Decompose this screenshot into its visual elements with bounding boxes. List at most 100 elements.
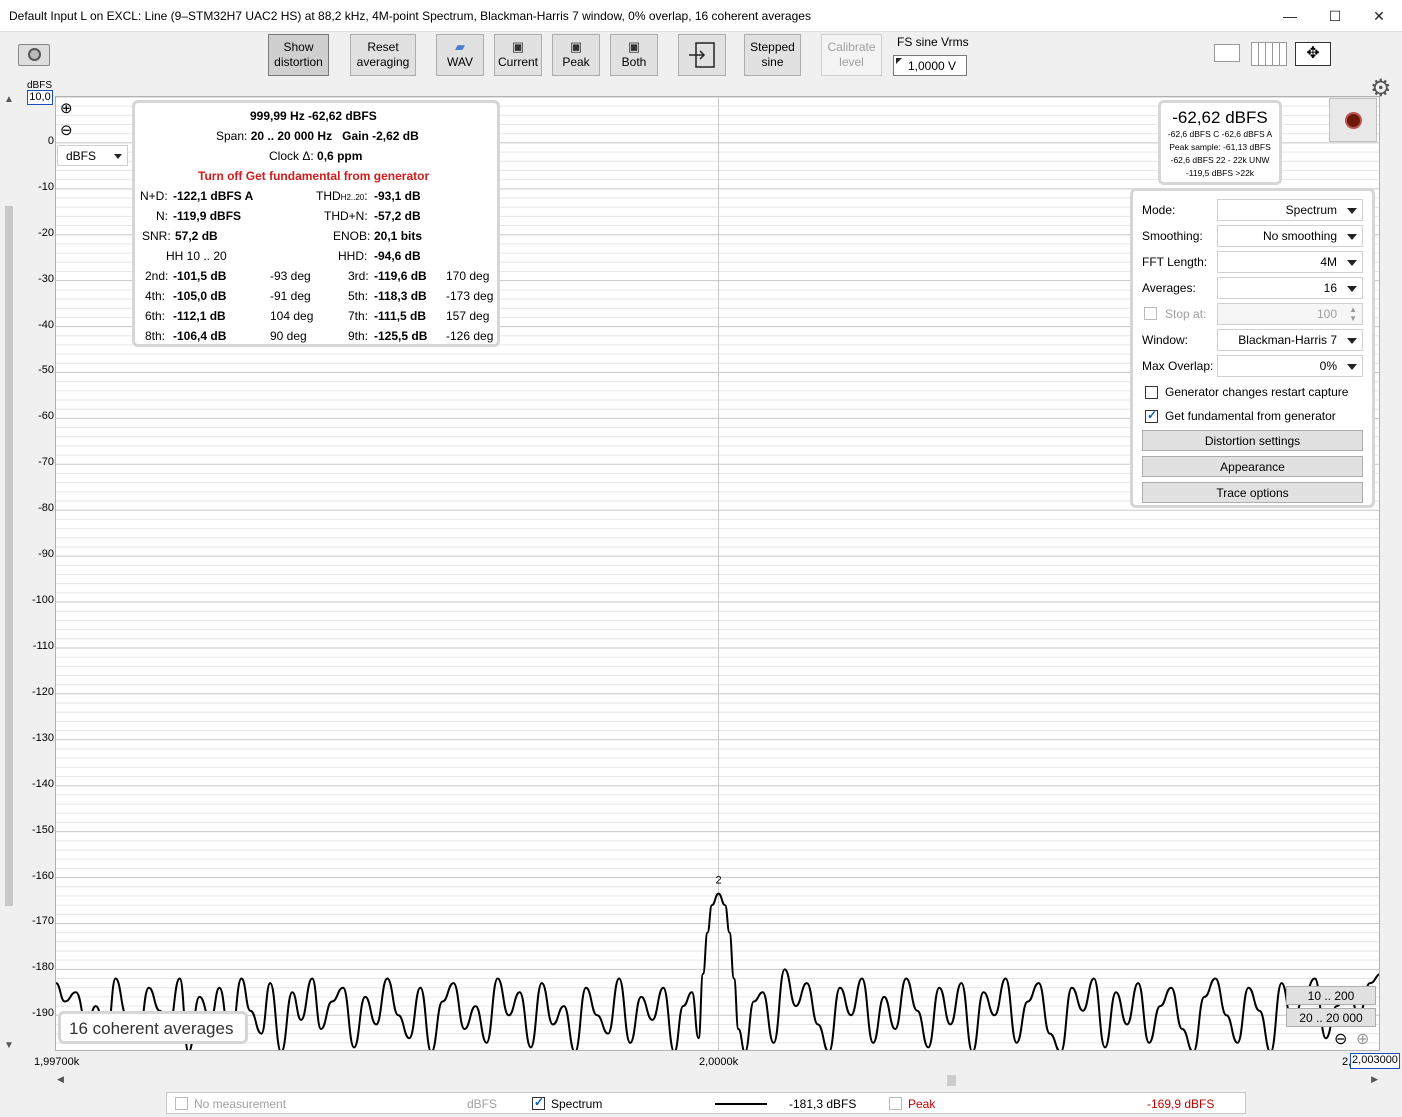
maximize-button[interactable]: ☐ (1312, 0, 1358, 32)
fundamental-readout: 999,99 Hz -62,62 dBFS (250, 109, 377, 123)
distortion-settings-button[interactable]: Distortion settings (1142, 430, 1363, 451)
fs-sine-input[interactable]: 1,0000 V (893, 55, 967, 76)
save-current-button[interactable]: ▣ Current (494, 34, 542, 76)
vertical-scrollbar[interactable] (3, 96, 14, 1051)
stop-at-value: 100 (1316, 307, 1337, 321)
gen-restart-label: Generator changes restart capture (1165, 385, 1349, 399)
fft-value: 4M (1320, 255, 1337, 269)
no-measurement-unit: dBFS (467, 1097, 498, 1111)
harmonic-label: 2nd: (145, 269, 169, 283)
averages-row: Averages: 16 (1142, 277, 1367, 299)
save-icon: ▣ (627, 39, 641, 54)
window-title: Default Input L on EXCL: Line (9–STM32H7… (9, 9, 811, 23)
show-distortion-label: Show distortion (274, 40, 323, 69)
get-fundamental-label: Get fundamental from generator (1165, 409, 1336, 423)
scroll-up-arrow-icon[interactable]: ▲ (4, 94, 14, 105)
x-max-input[interactable]: 2,003000 (1350, 1053, 1400, 1069)
scroll-thumb[interactable] (947, 1075, 956, 1086)
reset-averaging-button[interactable]: Reset averaging (350, 34, 416, 76)
record-button[interactable] (1329, 98, 1377, 142)
multi-layout-icon[interactable] (1251, 42, 1287, 66)
stepped-sine-label: Stepped sine (750, 40, 795, 69)
smoothing-value: No smoothing (1262, 229, 1337, 243)
minimize-button[interactable]: — (1267, 0, 1313, 32)
window-select[interactable]: Blackman-Harris 7 (1217, 329, 1363, 351)
n-value: -119,9 dBFS (173, 209, 242, 223)
calibrate-level-button[interactable]: Calibrate level (821, 34, 882, 76)
spectrum-legend-value: -181,3 dBFS (789, 1097, 857, 1111)
thd-value: -93,1 dB (374, 189, 421, 203)
stop-at-label: Stop at: (1165, 307, 1207, 321)
y-tick-label: -30 (38, 272, 54, 285)
save-peak-button[interactable]: ▣ Peak (552, 34, 600, 76)
smoothing-select[interactable]: No smoothing (1217, 225, 1363, 247)
scroll-down-arrow-icon[interactable]: ▼ (4, 1040, 14, 1051)
mode-select[interactable]: Spectrum (1217, 199, 1363, 221)
span-value: 20 .. 20 000 Hz (250, 129, 333, 143)
zoom-out-x-icon[interactable]: ⊖ (1334, 1029, 1347, 1049)
peak-marker-label: 2 (716, 875, 722, 887)
nd-label: N+D: (140, 189, 168, 203)
clock-value: 0,6 ppm (317, 149, 363, 163)
hhd-label: HHD: (338, 249, 368, 263)
get-fundamental-checkbox[interactable] (1145, 408, 1158, 423)
fft-select[interactable]: 4M (1217, 251, 1363, 273)
spectrum-legend-label: Spectrum (551, 1097, 603, 1111)
zoom-out-icon[interactable]: ⊖ (60, 123, 73, 138)
trace-options-button[interactable]: Trace options (1142, 482, 1363, 503)
overlap-value: 0% (1319, 359, 1337, 373)
fft-row: FFT Length: 4M (1142, 251, 1367, 273)
title-bar: Default Input L on EXCL: Line (9–STM32H7… (0, 0, 1402, 32)
snr-value: 57,2 dB (175, 229, 218, 243)
no-measurement-checkbox[interactable] (175, 1097, 188, 1110)
averages-select[interactable]: 16 (1217, 277, 1363, 299)
thdn-value: -57,2 dB (374, 209, 421, 223)
current-label: Current (497, 55, 538, 69)
window-label: Window: (1142, 333, 1189, 347)
hhd-value: -94,6 dB (374, 249, 421, 263)
y-tick-label: -130 (31, 731, 54, 744)
close-button[interactable]: ✕ (1356, 0, 1402, 32)
fs-sine-value: 1,0000 V (908, 59, 957, 73)
y-tick-label: -120 (31, 685, 54, 698)
stop-at-spinner[interactable]: 100 ▲ ▼ (1217, 303, 1363, 325)
x-axis-mid-label: 2,0000k (699, 1056, 739, 1068)
stop-at-checkbox[interactable] (1144, 307, 1157, 320)
gen-restart-checkbox[interactable] (1145, 386, 1158, 399)
y-tick-label: -90 (38, 548, 54, 561)
import-button[interactable] (678, 34, 726, 76)
scroll-left-arrow-icon[interactable]: ◀ (57, 1074, 64, 1085)
chevron-down-icon (1347, 234, 1357, 240)
span-gain-line: Span: 20 .. 20 000 Hz Gain -2,62 dB (216, 129, 419, 143)
stop-at-row: Stop at: 100 ▲ ▼ (1142, 303, 1367, 325)
camera-icon[interactable] (18, 44, 50, 66)
range-10-200-button[interactable]: 10 .. 200 (1286, 986, 1376, 1005)
move-arrows-icon[interactable]: ✥ (1295, 42, 1331, 66)
harmonic-value: -112,1 dB (173, 309, 226, 323)
save-icon: ▣ (569, 39, 583, 54)
scroll-right-arrow-icon[interactable]: ▶ (1371, 1074, 1378, 1085)
unit-select[interactable]: dBFS (57, 145, 128, 166)
appearance-button[interactable]: Appearance (1142, 456, 1363, 477)
spectrum-legend-line (715, 1103, 767, 1105)
zoom-in-icon[interactable]: ⊕ (60, 101, 73, 116)
horizontal-scrollbar[interactable]: ◀ ▶ (55, 1074, 1380, 1088)
overlap-select[interactable]: 0% (1217, 355, 1363, 377)
harmonic-value: -101,5 dB (173, 269, 227, 283)
mode-row: Mode: Spectrum (1142, 199, 1367, 221)
spectrum-checkbox[interactable] (532, 1095, 545, 1110)
chevron-down-icon (1347, 286, 1357, 292)
peak-legend-label: Peak (908, 1097, 936, 1111)
y-max-input[interactable]: 10,0 (27, 90, 53, 105)
fundamental-warning[interactable]: Turn off Get fundamental from generator (198, 169, 429, 183)
stepped-sine-button[interactable]: Stepped sine (744, 34, 801, 76)
wav-button[interactable]: ▰ WAV (436, 34, 484, 76)
enob-label: ENOB: (333, 229, 371, 243)
zoom-in-x-icon[interactable]: ⊕ (1356, 1029, 1369, 1049)
peak-checkbox[interactable] (889, 1097, 902, 1110)
save-both-button[interactable]: ▣ Both (610, 34, 658, 76)
show-distortion-button[interactable]: Show distortion (268, 34, 329, 76)
range-20-20000-button[interactable]: 20 .. 20 000 (1286, 1008, 1376, 1027)
chevron-down-icon (1347, 260, 1357, 266)
single-layout-icon[interactable] (1210, 42, 1242, 64)
